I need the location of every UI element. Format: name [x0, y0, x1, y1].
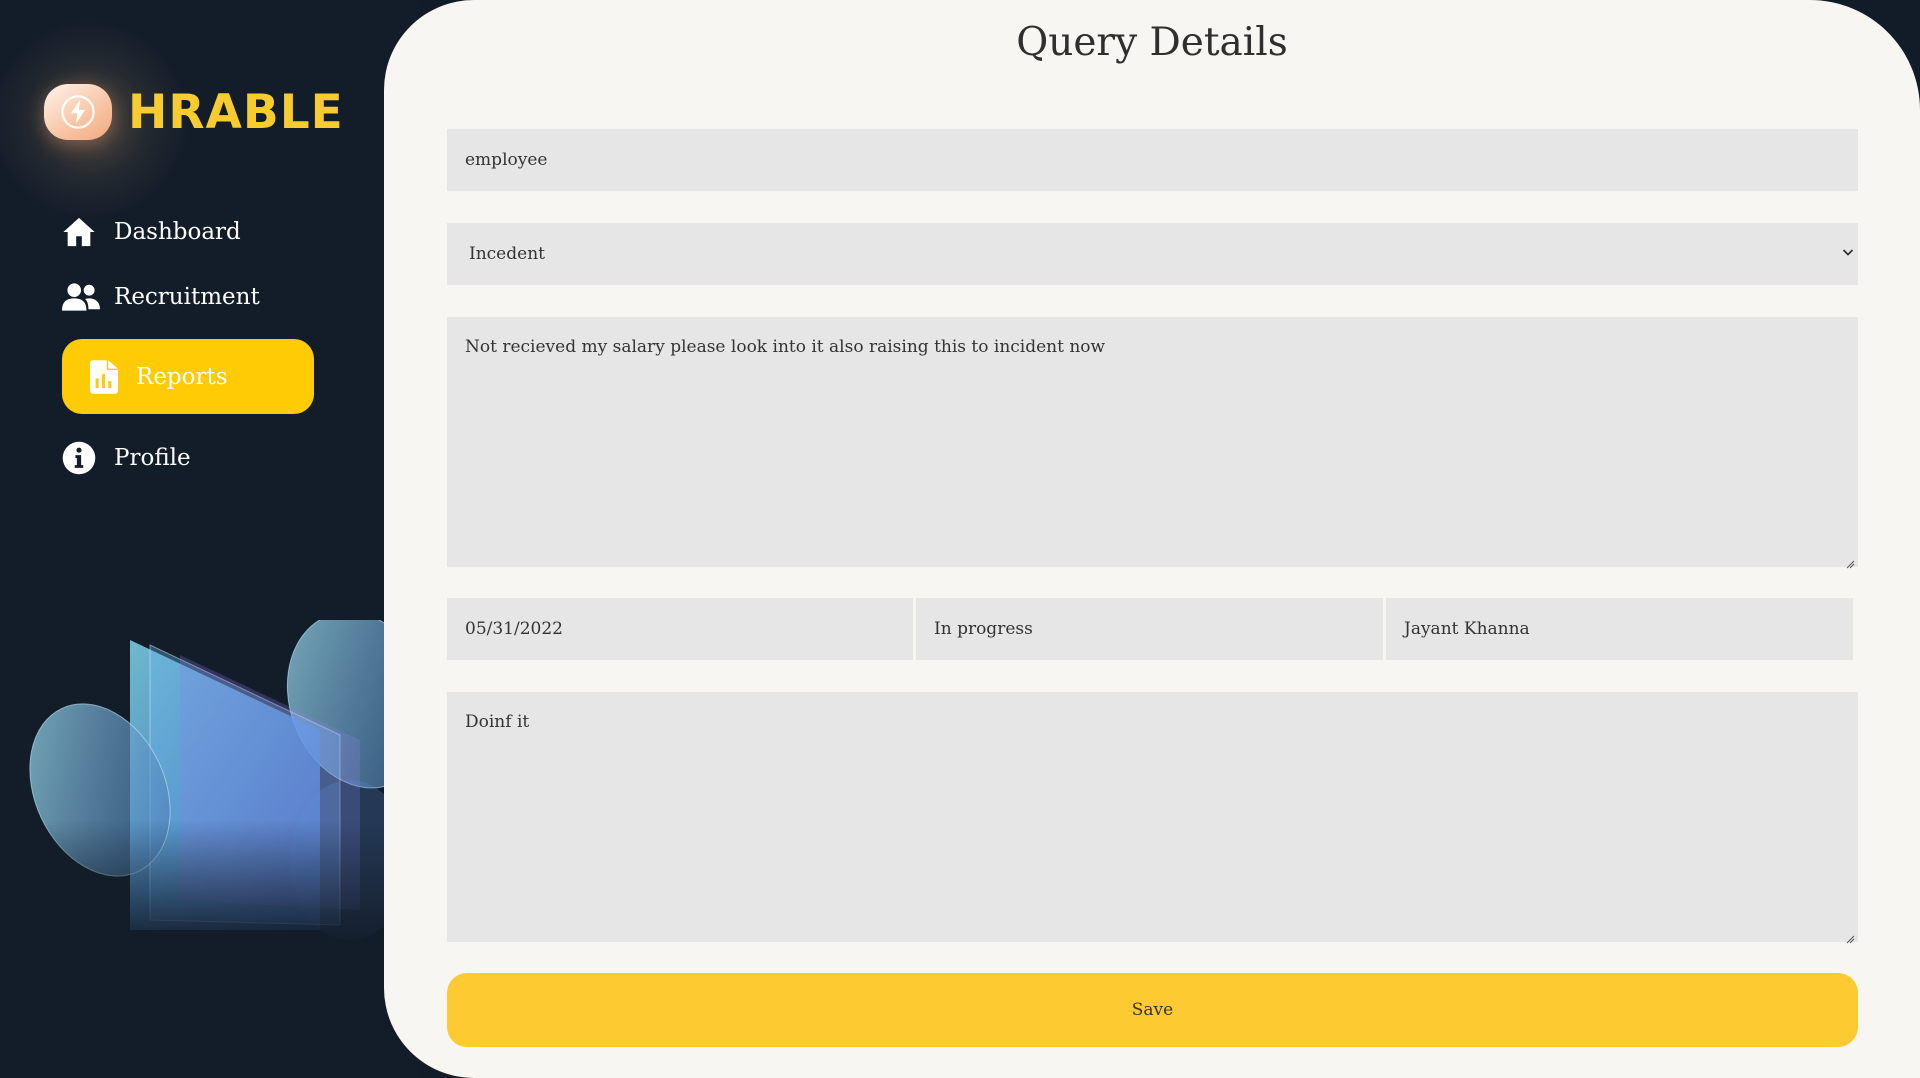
sidebar-item-label: Recruitment [114, 284, 260, 310]
logo[interactable]: HRABLE [44, 84, 344, 140]
status-input[interactable]: In progress [916, 598, 1383, 660]
assignee-input[interactable]: Jayant Khanna [1386, 598, 1853, 660]
sidebar-nav: Dashboard Recruitment Reports Profile [62, 208, 314, 499]
sidebar-item-dashboard[interactable]: Dashboard [62, 208, 314, 256]
sidebar: HRABLE Dashboard Recruitment Reports Pro… [0, 0, 420, 1078]
lightning-bolt-icon [44, 84, 112, 140]
sidebar-item-label: Profile [114, 445, 191, 471]
main-panel: Query Details employee Incedent Not reci… [384, 0, 1920, 1078]
description-text: Not recieved my salary please look into … [465, 337, 1106, 357]
chevron-down-icon [1842, 223, 1854, 312]
date-input[interactable]: 05/31/2022 [447, 598, 913, 660]
page-title: Query Details [1016, 20, 1288, 65]
query-type-input[interactable]: employee [447, 129, 1858, 191]
file-chart-icon [90, 359, 130, 394]
sidebar-item-recruitment[interactable]: Recruitment [62, 273, 314, 321]
sidebar-item-label: Dashboard [114, 219, 241, 245]
resize-handle-icon[interactable] [1845, 929, 1855, 944]
comment-text: Doinf it [465, 712, 530, 732]
comment-textarea[interactable]: Doinf it [447, 692, 1858, 944]
sidebar-item-label: Reports [136, 363, 228, 390]
save-button[interactable]: Save [447, 973, 1858, 1047]
description-textarea[interactable]: Not recieved my salary please look into … [447, 317, 1858, 569]
logo-text: HRABLE [128, 84, 344, 140]
sidebar-item-profile[interactable]: Profile [62, 434, 314, 482]
home-icon [62, 215, 102, 249]
decorative-glass-illustration [20, 620, 420, 950]
category-select-value: Incedent [469, 244, 545, 264]
users-icon [62, 280, 102, 314]
info-icon [62, 441, 102, 475]
category-select[interactable]: Incedent [447, 223, 1858, 285]
sidebar-item-reports[interactable]: Reports [62, 339, 314, 414]
resize-handle-icon[interactable] [1845, 554, 1855, 569]
